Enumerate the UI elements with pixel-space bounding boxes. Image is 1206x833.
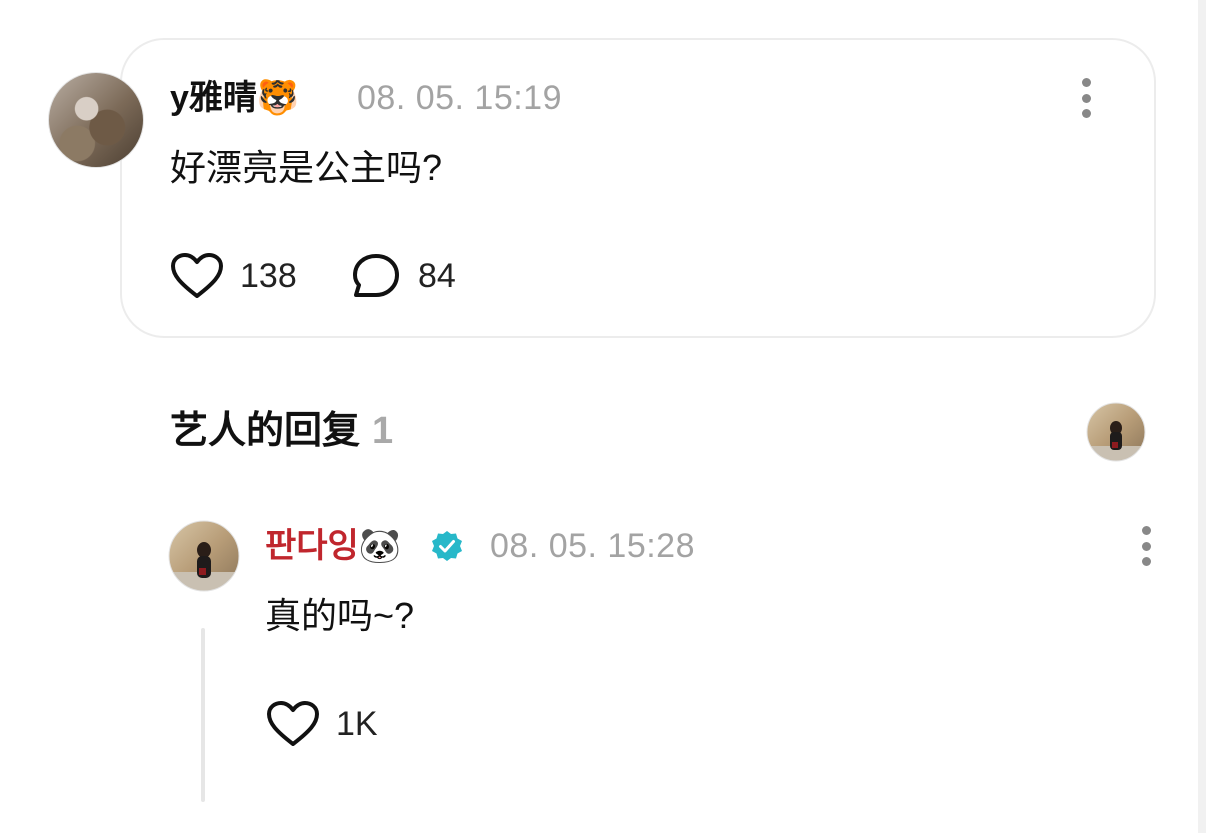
reply-text: 真的吗~? (265, 595, 415, 636)
heart-icon[interactable] (170, 252, 224, 300)
comment-text: 好漂亮是公主吗? (170, 147, 443, 188)
reply-timestamp: 08. 05. 15:28 (490, 527, 696, 565)
verified-badge-icon (432, 531, 462, 561)
comment-like-count: 138 (240, 257, 297, 295)
artist-username[interactable]: 판다잉🐼 (265, 526, 401, 566)
artist-replies-count: 1 (372, 410, 394, 452)
artist-replies-header: 艺人的回复 1 (170, 408, 393, 454)
artist-avatar-small[interactable] (1086, 402, 1146, 462)
comment-reply-count: 84 (418, 257, 456, 295)
commenter-username[interactable]: y雅晴🐯 (170, 78, 299, 118)
reply-like-count: 1K (336, 705, 378, 743)
reply-more-options-icon[interactable] (1140, 526, 1152, 566)
reply-thread-line (201, 628, 205, 802)
artist-avatar[interactable] (168, 520, 240, 592)
scrollbar-track (1198, 0, 1206, 833)
artist-replies-title: 艺人的回复 (170, 410, 361, 452)
commenter-avatar[interactable] (48, 72, 144, 168)
heart-icon[interactable] (266, 700, 320, 748)
more-options-icon[interactable] (1080, 78, 1092, 118)
comment-timestamp: 08. 05. 15:19 (357, 79, 563, 117)
reply-bubble-icon[interactable] (350, 252, 402, 300)
